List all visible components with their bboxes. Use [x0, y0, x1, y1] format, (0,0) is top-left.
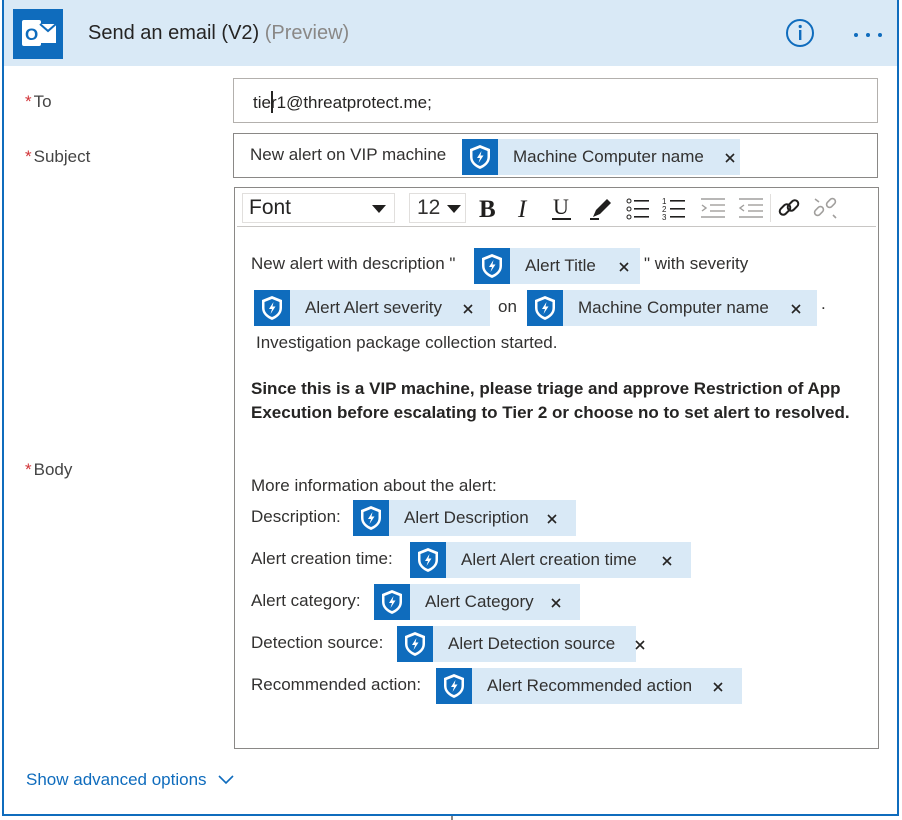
body-line1-suffix: " with severity — [644, 254, 749, 273]
token-label: Alert Detection source — [448, 634, 616, 653]
row-label-category: Alert category: — [251, 591, 361, 610]
remove-token-icon[interactable] — [462, 302, 474, 314]
body-line3: Investigation package collection started… — [256, 333, 558, 352]
row-label-creation-time: Alert creation time: — [251, 549, 393, 568]
token-label: Machine Computer name — [513, 147, 704, 166]
token-alert-severity[interactable]: Alert Alert severity — [254, 290, 490, 326]
flow-connector — [451, 816, 453, 820]
token-label: Machine Computer name — [578, 298, 769, 317]
underline-icon[interactable]: U — [548, 193, 576, 223]
font-size-dropdown[interactable]: 12 — [409, 193, 466, 223]
token-label: Alert Recommended action — [487, 676, 693, 695]
text-cursor — [271, 91, 273, 113]
font-dropdown[interactable]: Font — [242, 193, 395, 223]
defender-shield-icon — [374, 584, 410, 620]
chevron-down-icon — [218, 775, 234, 785]
remove-token-icon[interactable] — [618, 260, 630, 272]
to-label: * To — [25, 92, 52, 112]
svg-text:O: O — [25, 25, 38, 44]
token-alert-category[interactable]: Alert Category — [374, 584, 580, 620]
outlook-icon: O — [13, 9, 63, 59]
token-label: Alert Alert creation time — [461, 550, 637, 569]
token-label: Alert Title — [525, 256, 596, 275]
numbered-list-icon[interactable]: 123 — [661, 193, 689, 223]
italic-icon[interactable]: I — [511, 193, 539, 223]
advanced-options-label: Show advanced options — [26, 770, 207, 789]
subject-input[interactable]: New alert on VIP machine Machine Compute… — [233, 133, 878, 178]
preview-tag: (Preview) — [264, 22, 350, 44]
body-more-info: More information about the alert: — [251, 476, 497, 495]
chevron-down-icon — [372, 205, 386, 213]
svg-text:I: I — [517, 196, 528, 223]
remove-token-icon[interactable] — [550, 596, 562, 608]
defender-shield-icon — [474, 248, 510, 284]
defender-shield-icon — [353, 500, 389, 536]
defender-shield-icon — [527, 290, 563, 326]
body-label: * Body — [25, 460, 72, 480]
increase-indent-icon[interactable] — [737, 193, 765, 223]
defender-shield-icon — [436, 668, 472, 704]
token-alert-creation-time[interactable]: Alert Alert creation time — [410, 542, 691, 578]
subject-label: * Subject — [25, 147, 90, 167]
chevron-down-icon — [447, 205, 461, 213]
send-email-action-card: O Send an email (V2) (Preview) * To tier… — [2, 0, 899, 816]
svg-text:3: 3 — [662, 213, 667, 222]
action-title: Send an email (V2) (Preview) — [88, 22, 349, 45]
bold-icon[interactable]: B — [475, 193, 503, 223]
remove-token-icon[interactable] — [546, 512, 558, 524]
required-mark: * — [25, 92, 32, 111]
defender-shield-icon — [410, 542, 446, 578]
action-header[interactable]: O Send an email (V2) (Preview) — [4, 0, 897, 66]
remove-token-icon[interactable] — [790, 302, 802, 314]
show-advanced-options-link[interactable]: Show advanced options — [26, 770, 235, 790]
required-mark: * — [25, 460, 32, 479]
bulleted-list-icon[interactable] — [624, 193, 652, 223]
row-label-recommended-action: Recommended action: — [251, 675, 422, 694]
subject-text: New alert on VIP machine — [250, 145, 447, 164]
defender-shield-icon — [397, 626, 433, 662]
info-icon[interactable] — [785, 18, 815, 48]
token-alert-recommended-action[interactable]: Alert Recommended action — [436, 668, 742, 704]
remove-token-icon[interactable] — [712, 680, 724, 692]
body-period: . — [821, 294, 826, 313]
unlink-icon[interactable] — [811, 193, 839, 223]
token-label: Alert Alert severity — [305, 298, 442, 317]
formatting-toolbar: Font 12 B I U 123 — [237, 190, 876, 227]
token-machine-computer-name[interactable]: Machine Computer name — [527, 290, 817, 326]
highlight-icon[interactable] — [587, 193, 615, 223]
action-title-text: Send an email (V2) — [88, 22, 260, 44]
token-alert-title[interactable]: Alert Title — [474, 248, 640, 284]
remove-token-icon[interactable] — [661, 554, 673, 566]
token-machine-computer-name[interactable]: Machine Computer name — [462, 139, 740, 175]
to-input[interactable]: tier1@threatprotect.me; — [233, 78, 878, 123]
defender-shield-icon — [254, 290, 290, 326]
to-value: tier1@threatprotect.me; — [253, 93, 432, 112]
row-label-description: Description: — [251, 507, 341, 526]
body-bold-paragraph: Since this is a VIP machine, please tria… — [251, 379, 850, 422]
defender-shield-icon — [462, 139, 498, 175]
more-options-icon[interactable] — [850, 22, 890, 46]
remove-token-icon[interactable] — [634, 638, 646, 650]
body-editor[interactable]: Font 12 B I U 123 New alert with descrip… — [234, 187, 879, 749]
token-alert-detection-source[interactable]: Alert Detection source — [397, 626, 645, 662]
svg-text:U: U — [553, 194, 569, 219]
font-size-value: 12 — [417, 196, 441, 219]
body-on-text: on — [498, 297, 517, 316]
link-icon[interactable] — [775, 193, 803, 223]
row-label-detection-source: Detection source: — [251, 633, 384, 652]
toolbar-divider — [770, 194, 771, 222]
to-label-text: To — [33, 92, 52, 111]
body-label-text: Body — [33, 460, 73, 479]
remove-token-icon[interactable] — [724, 151, 736, 163]
subject-label-text: Subject — [33, 147, 91, 166]
font-value: Font — [249, 196, 292, 219]
token-label: Alert Description — [404, 508, 529, 527]
required-mark: * — [25, 147, 32, 166]
decrease-indent-icon[interactable] — [699, 193, 727, 223]
token-alert-description[interactable]: Alert Description — [353, 500, 576, 536]
token-label: Alert Category — [425, 592, 534, 611]
svg-text:B: B — [479, 196, 496, 223]
body-line1-prefix: New alert with description " — [251, 254, 456, 273]
